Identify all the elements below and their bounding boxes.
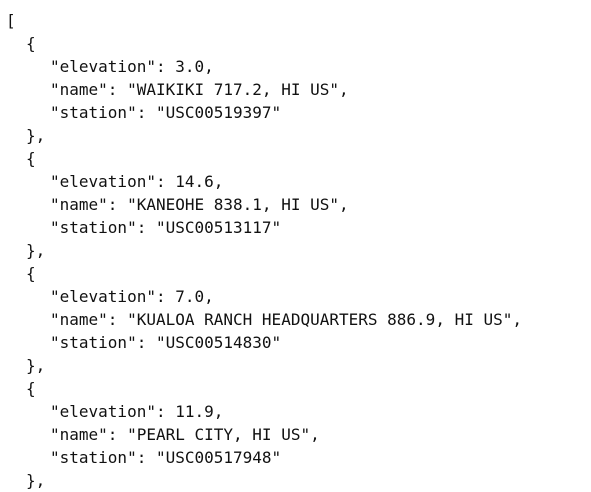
object-close-brace: },: [26, 126, 46, 145]
name-line: "name": "KANEOHE 838.1, HI US",: [50, 195, 349, 214]
elevation-line: "elevation": 7.0,: [50, 287, 214, 306]
name-line: "name": "KUALOA RANCH HEADQUARTERS 886.9…: [50, 310, 523, 329]
name-line: "name": "WAIKIKI 717.2, HI US",: [50, 80, 349, 99]
object-open-brace: {: [26, 264, 36, 283]
array-open-bracket: [: [6, 11, 16, 30]
elevation-line: "elevation": 14.6,: [50, 172, 224, 191]
object-open-brace: {: [26, 34, 36, 53]
station-line: "station": "USC00517948": [50, 448, 282, 467]
elevation-line: "elevation": 11.9,: [50, 402, 224, 421]
object-open-brace: {: [26, 379, 36, 398]
station-line: "station": "USC00513117": [50, 218, 282, 237]
object-open-brace: {: [26, 149, 36, 168]
elevation-line: "elevation": 3.0,: [50, 57, 214, 76]
object-close-brace: },: [26, 241, 46, 260]
station-line: "station": "USC00519397": [50, 103, 282, 122]
object-close-brace: },: [26, 471, 46, 490]
json-viewer: [ { "elevation": 3.0, "name": "WAIKIKI 717.…: [0, 0, 591, 490]
name-line: "name": "PEARL CITY, HI US",: [50, 425, 320, 444]
station-line: "station": "USC00514830": [50, 333, 282, 352]
object-close-brace: },: [26, 356, 46, 375]
